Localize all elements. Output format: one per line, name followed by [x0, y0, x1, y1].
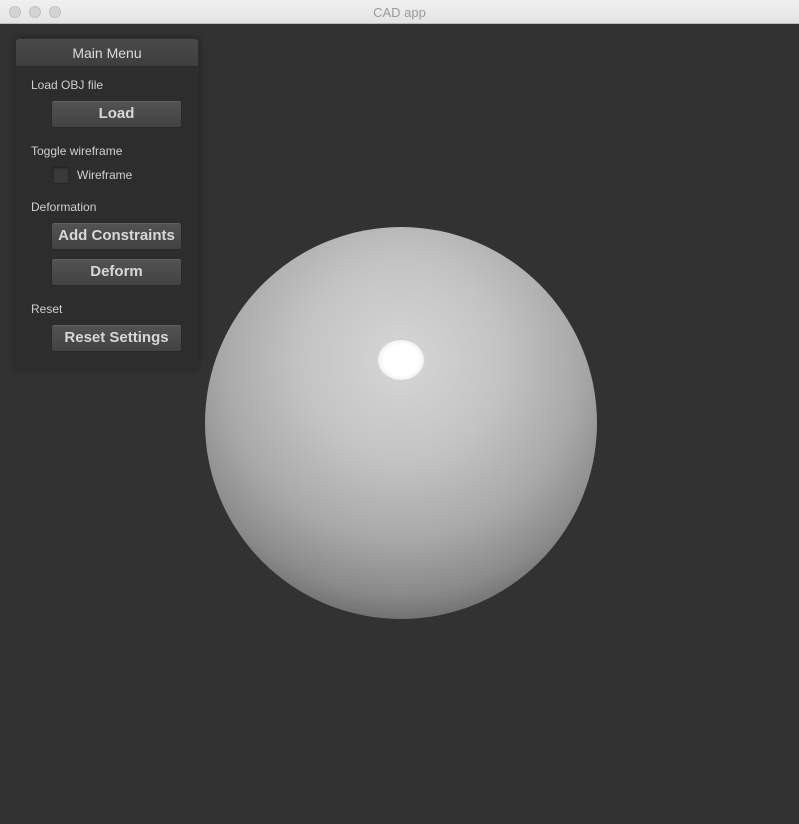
main-menu-header[interactable]: Main Menu	[16, 39, 198, 67]
deform-button[interactable]: Deform	[51, 258, 182, 286]
reset-settings-button[interactable]: Reset Settings	[51, 324, 182, 352]
window-title: CAD app	[373, 5, 426, 20]
add-constraints-button[interactable]: Add Constraints	[51, 222, 182, 250]
deformation-label: Deformation	[31, 200, 97, 214]
wireframe-checkbox-label: Wireframe	[77, 168, 133, 182]
main-menu-panel: Main Menu Load OBJ file Load Toggle wire…	[15, 38, 199, 368]
toggle-wireframe-label: Toggle wireframe	[31, 144, 123, 158]
sphere-mesh[interactable]	[205, 227, 597, 619]
title-bar[interactable]: CAD app	[0, 0, 799, 24]
wireframe-checkbox[interactable]	[52, 166, 70, 184]
reset-label: Reset	[31, 302, 63, 316]
load-button[interactable]: Load	[51, 100, 182, 128]
app-window: CAD app Main Menu Load OBJ file Load Tog…	[0, 0, 799, 824]
load-obj-label: Load OBJ file	[31, 78, 104, 92]
specular-highlight	[378, 340, 424, 380]
